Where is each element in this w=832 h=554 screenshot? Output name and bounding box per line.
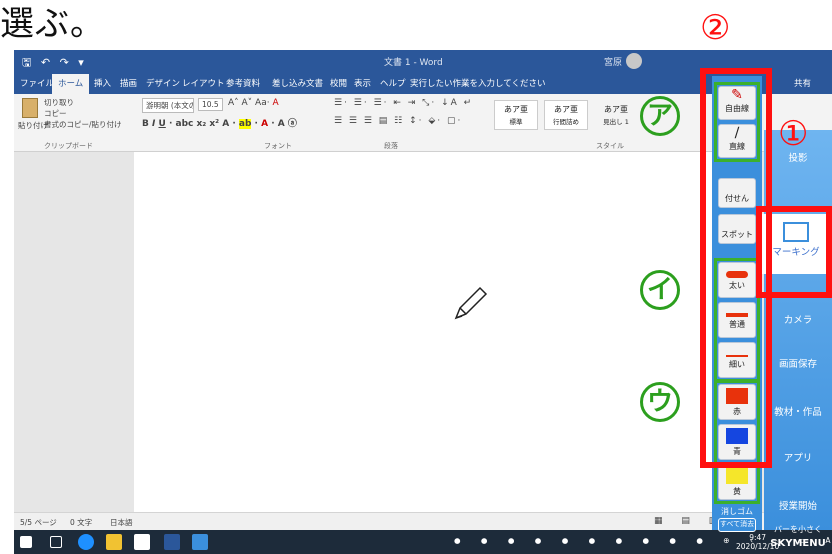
copy-button[interactable]: コピー <box>44 108 67 119</box>
avatar[interactable] <box>626 53 642 69</box>
explorer-icon[interactable] <box>106 534 122 550</box>
callout-2: ② <box>700 8 731 48</box>
materials-button[interactable]: 教材・作品 <box>764 404 832 418</box>
bold-italic-underline[interactable]: B I U · abc x₂ x² A · ab · A · A ⓐ <box>142 116 297 129</box>
tab-help[interactable]: ヘルプ <box>380 77 406 89</box>
cut-button[interactable]: 切り取り <box>44 97 74 108</box>
screen-save-button[interactable]: 画面保存 <box>764 356 832 370</box>
window-title: 文書 1 - Word <box>384 58 443 68</box>
status-bar: 5/5 ページ 0 文字 日本語 ▦ ▤ ▥ <box>14 512 832 530</box>
tab-design[interactable]: デザイン <box>146 77 180 89</box>
word-taskbar-icon[interactable] <box>164 534 180 550</box>
user-name: 宮原 <box>604 58 623 68</box>
windows-start-icon[interactable] <box>20 536 32 548</box>
highlight-box-1 <box>756 206 832 298</box>
pencil-cursor-icon <box>454 286 488 320</box>
callout-a: ア <box>640 96 680 136</box>
tab-mailings[interactable]: 差し込み文書 <box>272 77 323 89</box>
tell-me-input[interactable]: 実行したい作業を入力してください <box>410 77 546 89</box>
skymenu-taskbar-icon[interactable] <box>192 534 208 550</box>
tab-file[interactable]: ファイル <box>20 77 54 89</box>
task-view-icon[interactable] <box>50 536 62 548</box>
document-page[interactable] <box>134 152 714 530</box>
store-icon[interactable] <box>134 534 150 550</box>
edge-icon[interactable] <box>78 534 94 550</box>
font-grow-buttons[interactable]: A˄ A˅ Aa· A <box>228 98 279 108</box>
skymenu-main-column <box>764 130 832 530</box>
style-normal[interactable]: あア亜 標準 <box>494 100 538 130</box>
apps-button[interactable]: アプリ <box>764 450 832 464</box>
font-size-select[interactable]: 10.5 <box>198 98 223 111</box>
paste-icon[interactable] <box>22 98 38 118</box>
tab-review[interactable]: 校閲 <box>330 77 347 89</box>
share-button[interactable]: 共有 <box>794 77 811 89</box>
eraser-button[interactable]: 消しゴム <box>718 506 756 517</box>
camera-button[interactable]: カメラ <box>764 312 832 326</box>
language: 日本語 <box>110 518 133 527</box>
align-buttons[interactable]: ☰ ☰ ☰ ▤ ☷ ↕· ⬙· ▢· <box>334 116 462 126</box>
page-heading: 選ぶ。 <box>0 4 105 44</box>
tab-home[interactable]: ホーム <box>52 74 90 94</box>
clipboard-group-label: クリップボード <box>44 142 93 150</box>
style-no-spacing[interactable]: あア亜 行間詰め <box>544 100 588 130</box>
callout-u: ウ <box>640 382 680 422</box>
font-name-select[interactable]: 游明朝 (本文の <box>142 98 194 113</box>
paragraph-group-label: 段落 <box>384 142 398 150</box>
tab-view[interactable]: 表示 <box>354 77 371 89</box>
format-painter-button[interactable]: 書式のコピー/貼り付け <box>44 119 122 130</box>
callout-1: ① <box>778 114 809 154</box>
quick-access-icons[interactable]: 🖫 ↶ ↷ ▾ <box>22 54 87 73</box>
skymenu-logo: SKYMENU <box>770 538 826 549</box>
styles-group-label: スタイル <box>596 142 624 150</box>
tab-layout[interactable]: レイアウト <box>182 77 225 89</box>
tab-references[interactable]: 参考資料 <box>226 77 260 89</box>
font-group-label: フォント <box>264 142 292 150</box>
tab-insert[interactable]: 挿入 <box>94 77 111 89</box>
list-buttons[interactable]: ☰· ☰· ☰· ⇤ ⇥ ⤡· ↓A ↵ <box>334 98 473 108</box>
clear-all-button[interactable]: すべて消去 <box>718 518 756 532</box>
page-count: 5/5 ページ <box>20 518 57 527</box>
style-heading1[interactable]: あア亜 見出し 1 <box>594 100 638 130</box>
tab-draw[interactable]: 描画 <box>120 77 137 89</box>
callout-i: イ <box>640 270 680 310</box>
shrink-bar-button[interactable]: バーを小さく <box>764 524 832 535</box>
taskbar: ● ● ● ● ● ● ● ● ● ● ⊕ ‹ 𝄐 ▭ A 9:47 2020/1… <box>14 530 832 554</box>
word-count: 0 文字 <box>70 518 93 527</box>
start-class-button[interactable]: 授業開始 <box>764 498 832 512</box>
